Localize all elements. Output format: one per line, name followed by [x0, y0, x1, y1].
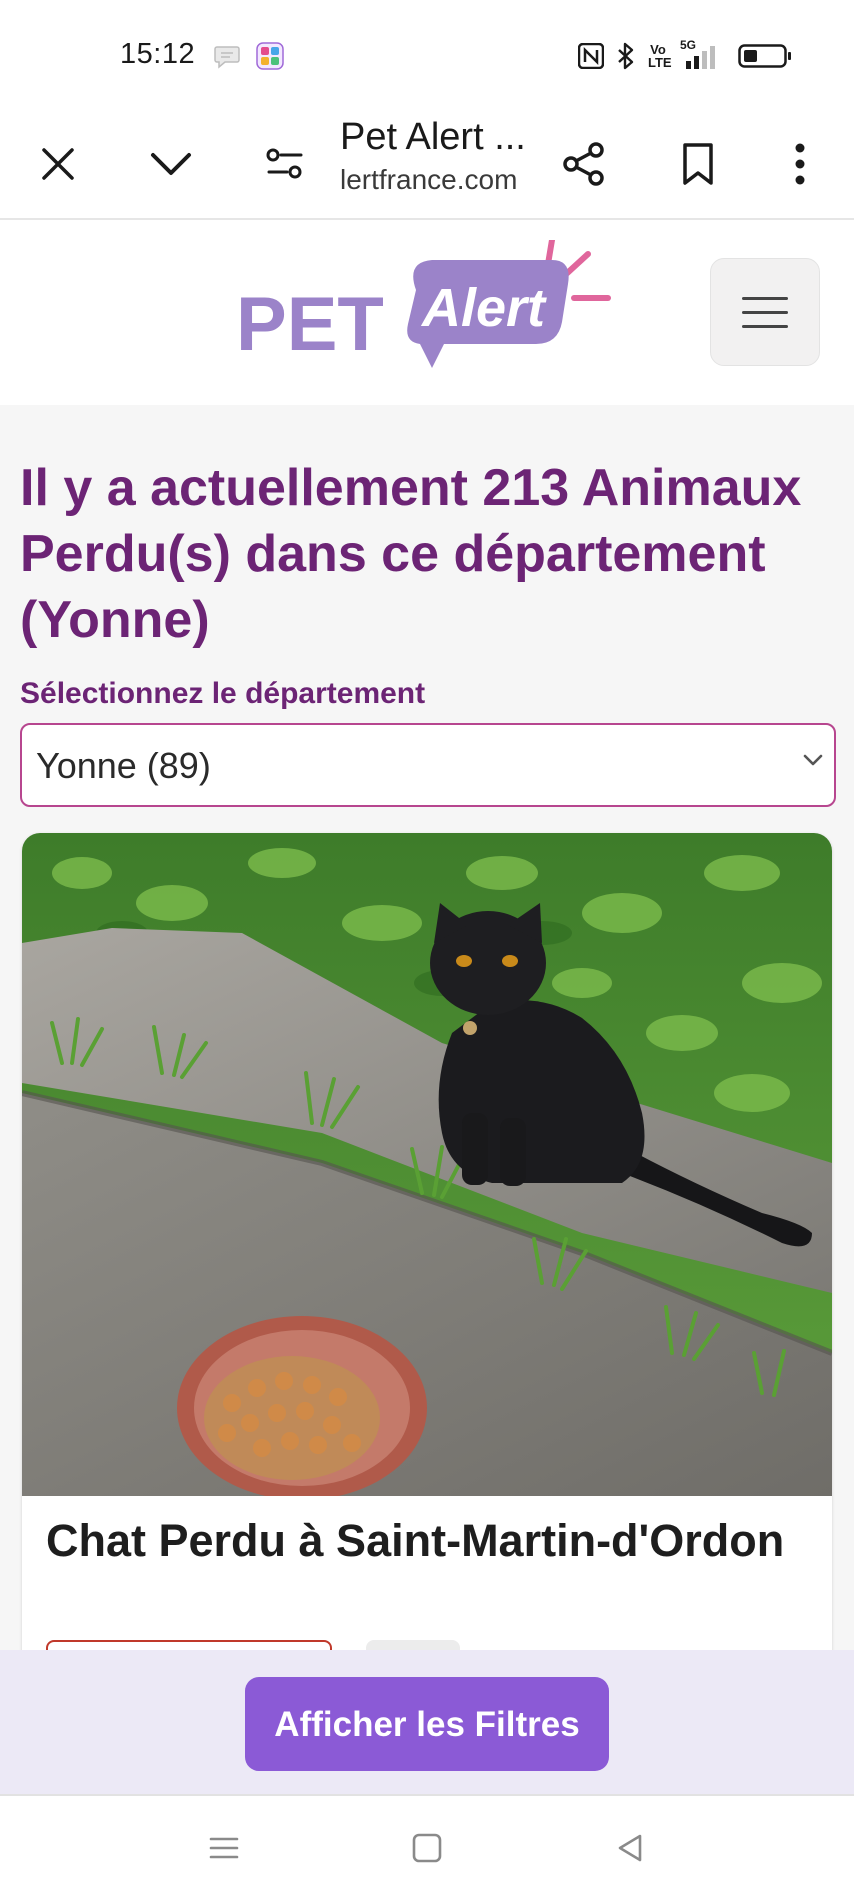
recent-apps-icon[interactable]: [194, 1818, 254, 1878]
status-tag: [46, 1640, 332, 1650]
department-select-label: Sélectionnez le département: [20, 677, 426, 710]
status-icons: Vo LTE 5G: [578, 38, 792, 72]
department-select-value: Yonne (89): [36, 745, 211, 786]
system-navigation-bar: [0, 1794, 854, 1899]
chevron-down-icon[interactable]: [135, 128, 207, 200]
url-domain: lertfrance.com: [340, 164, 518, 195]
pet-alert-logo[interactable]: PET Alert: [236, 237, 616, 400]
site-header: PET Alert: [0, 220, 854, 405]
status-time: 15:12: [120, 38, 196, 70]
show-filters-button[interactable]: Afficher les Filtres: [245, 1677, 609, 1771]
volte-icon: Vo LTE: [648, 43, 672, 69]
menu-line: [742, 324, 788, 328]
menu-line: [742, 296, 788, 300]
message-bubble-icon: [213, 42, 241, 70]
volte-text: Vo LTE: [648, 42, 672, 70]
main-content: Il y a actuellement 213 Animaux Perdu(s)…: [0, 405, 854, 1650]
bookmark-icon[interactable]: [662, 128, 734, 200]
filter-bar: Afficher les Filtres: [0, 1650, 854, 1794]
battery-icon: [738, 43, 792, 69]
share-icon[interactable]: [548, 128, 620, 200]
5g-signal-icon: 5G: [680, 38, 726, 71]
pet-photo[interactable]: [22, 833, 832, 1500]
logo-word-alert: Alert: [420, 278, 547, 338]
more-vert-icon[interactable]: [764, 128, 836, 200]
menu-line: [742, 310, 788, 314]
site-settings-icon[interactable]: [249, 128, 321, 200]
colorful-app-icon: [256, 42, 284, 70]
status-bar: 15:12 Vo LTE 5G: [0, 0, 854, 110]
logo-word-pet: PET: [236, 282, 384, 367]
close-icon[interactable]: [22, 128, 94, 200]
address-bar[interactable]: Pet Alert ... lertfrance.com: [340, 110, 540, 218]
lost-pet-card[interactable]: Chat Perdu à Saint-Martin-d'Ordon: [22, 833, 832, 1650]
card-title[interactable]: Chat Perdu à Saint-Martin-d'Ordon: [46, 1513, 806, 1569]
back-icon[interactable]: [600, 1818, 660, 1878]
hamburger-menu-icon[interactable]: [710, 258, 820, 366]
chevron-down-icon: [802, 753, 824, 772]
department-select[interactable]: Yonne (89): [20, 723, 836, 807]
bluetooth-icon: [616, 42, 636, 70]
nfc-icon: [578, 43, 604, 69]
page-title: Pet Alert ...: [340, 116, 526, 158]
home-icon[interactable]: [397, 1818, 457, 1878]
info-tag: [366, 1640, 460, 1650]
page-heading: Il y a actuellement 213 Animaux Perdu(s)…: [20, 459, 802, 649]
browser-toolbar: Pet Alert ... lertfrance.com: [0, 110, 854, 220]
